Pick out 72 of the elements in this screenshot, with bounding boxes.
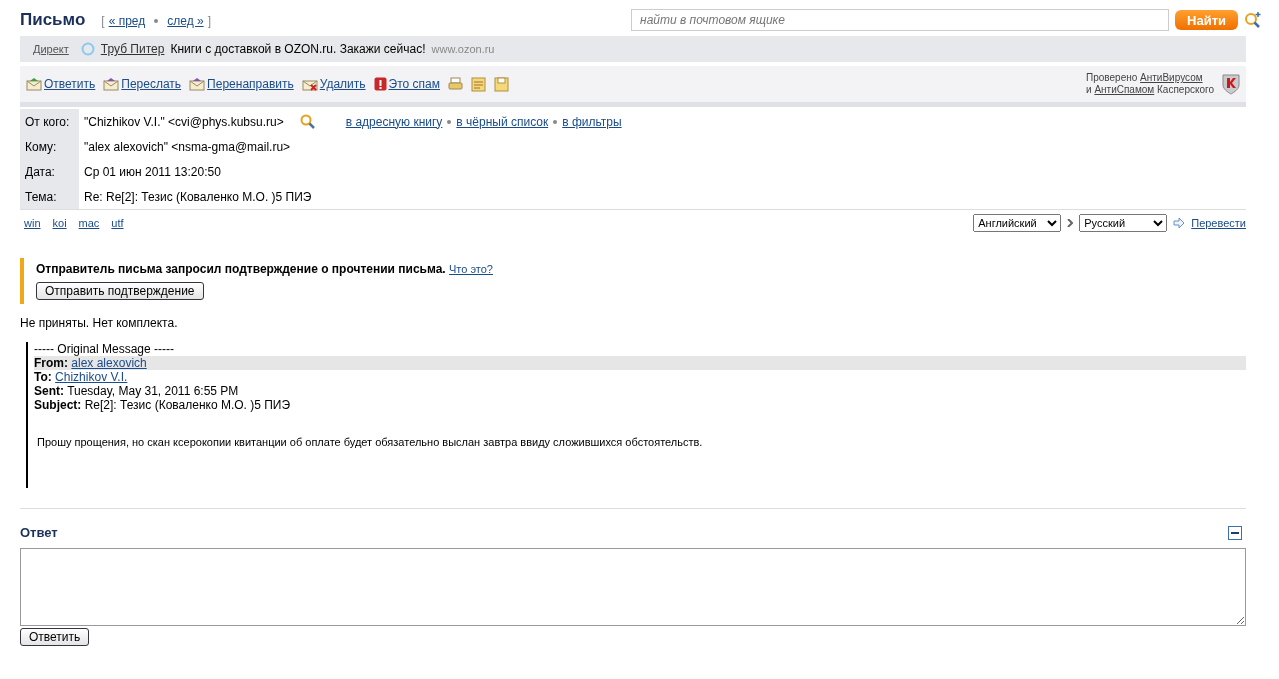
direct-link[interactable]: Директ: [33, 43, 69, 55]
header-link[interactable]: в фильтры: [562, 114, 622, 129]
antivirus-text: и: [1086, 84, 1092, 95]
toolbar-link[interactable]: Удалить: [319, 77, 366, 91]
antivirus-link[interactable]: АнтиВирусом: [1140, 72, 1203, 83]
encoding-link[interactable]: mac: [78, 217, 100, 229]
antivirus-text: Проверено: [1086, 72, 1138, 83]
header-value: Ср 01 июн 2011 13:20:50: [84, 164, 221, 179]
toolbar-link[interactable]: Переслать: [121, 77, 182, 91]
shield-icon: [1222, 73, 1240, 95]
cloud-icon: [80, 42, 95, 56]
header-value: Re: Re[2]: Тезис (Коваленко М.О. )5 ПИЭ: [84, 189, 312, 204]
ad-url: www.ozon.ru: [431, 43, 495, 55]
quote-separator: ----- Original Message -----: [34, 342, 175, 356]
receipt-text: Отправитель письма запросил подтверждение о прочтении письма.: [36, 262, 446, 276]
document-icon[interactable]: [471, 76, 486, 92]
nav-link[interactable]: след »: [167, 14, 204, 28]
bracket: [: [101, 14, 105, 28]
header-link[interactable]: в адресную книгу: [345, 114, 443, 129]
chevron-icon: [1067, 219, 1074, 227]
quote-text: Прошу прощения, но скан ксерокопии квитанции об оплате будет обязательно выслан завтра ввиду сложившихся обстоятельств.: [36, 436, 704, 448]
separator-dot-icon: [154, 19, 159, 23]
nav-link[interactable]: « пред: [108, 14, 146, 28]
quote-label: Sent:: [34, 384, 64, 398]
search-icon[interactable]: [299, 113, 316, 130]
envelope-icon: [301, 77, 318, 91]
quote-label: From:: [34, 356, 68, 370]
toolbar-link[interactable]: Ответить: [44, 77, 96, 91]
ad-link[interactable]: Труб Питер: [100, 42, 165, 56]
antivirus-text: Касперского: [1157, 84, 1214, 95]
reply-field[interactable]: [20, 548, 1246, 626]
quote-value: Re[2]: Тезис (Коваленко М.О. )5 ПИЭ: [84, 398, 291, 412]
bracket: ]: [207, 14, 211, 28]
quote-value: Tuesday, May 31, 2011 6:55 PM: [67, 384, 239, 398]
printer-icon[interactable]: [448, 76, 463, 92]
header-value: "Chizhikov V.I." <cvi@phys.kubsu.ru>: [84, 114, 284, 129]
header-label: Кому:: [20, 134, 79, 159]
envelope-icon: [26, 77, 42, 91]
separator-dot-icon: [447, 119, 452, 124]
encoding-link[interactable]: koi: [52, 217, 67, 229]
search-plus-icon[interactable]: [1244, 11, 1262, 29]
quote-label: Subject:: [34, 398, 82, 412]
encoding-link[interactable]: win: [24, 217, 41, 229]
envelope-icon: [103, 77, 120, 91]
help-link[interactable]: Что это?: [449, 263, 493, 275]
header-value: "alex alexovich" <nsma-gma@mail.ru>: [84, 139, 291, 154]
target-language-select[interactable]: Русский: [1079, 214, 1168, 232]
header-label: Тема:: [20, 184, 79, 209]
antispam-link[interactable]: АнтиСпамом: [1094, 84, 1155, 95]
encoding-link[interactable]: utf: [111, 217, 124, 229]
page-title: Письмо: [20, 10, 86, 30]
reply-title: Ответ: [20, 525, 58, 540]
reply-button[interactable]: Ответить: [20, 628, 90, 646]
header-label: От кого:: [20, 109, 79, 134]
collapse-icon[interactable]: [1228, 525, 1242, 540]
quote-link[interactable]: Chizhikov V.I.: [55, 370, 128, 384]
ad-text: Книги с доставкой в OZON.ru. Закажи сейчас!: [170, 42, 426, 56]
header-label: Дата:: [20, 159, 79, 184]
exclamation-icon: [373, 77, 387, 91]
toolbar-link[interactable]: Это спам: [388, 77, 440, 91]
message-text: Не приняты. Нет комплекта.: [20, 316, 179, 330]
envelope-icon: [189, 77, 206, 91]
source-language-select[interactable]: Английский: [973, 214, 1062, 232]
quote-label: To:: [34, 370, 52, 384]
arrow-icon: [1173, 217, 1186, 229]
search-field[interactable]: найти в почтовом ящике: [631, 9, 1170, 31]
toolbar-link[interactable]: Перенаправить: [207, 77, 294, 91]
translate-link[interactable]: Перевести: [1191, 217, 1246, 229]
header-link[interactable]: в чёрный список: [456, 114, 549, 129]
separator-dot-icon: [553, 119, 558, 124]
quote-link[interactable]: alex alexovich: [71, 356, 147, 370]
send-confirmation-button[interactable]: Отправить подтверждение: [36, 282, 204, 300]
